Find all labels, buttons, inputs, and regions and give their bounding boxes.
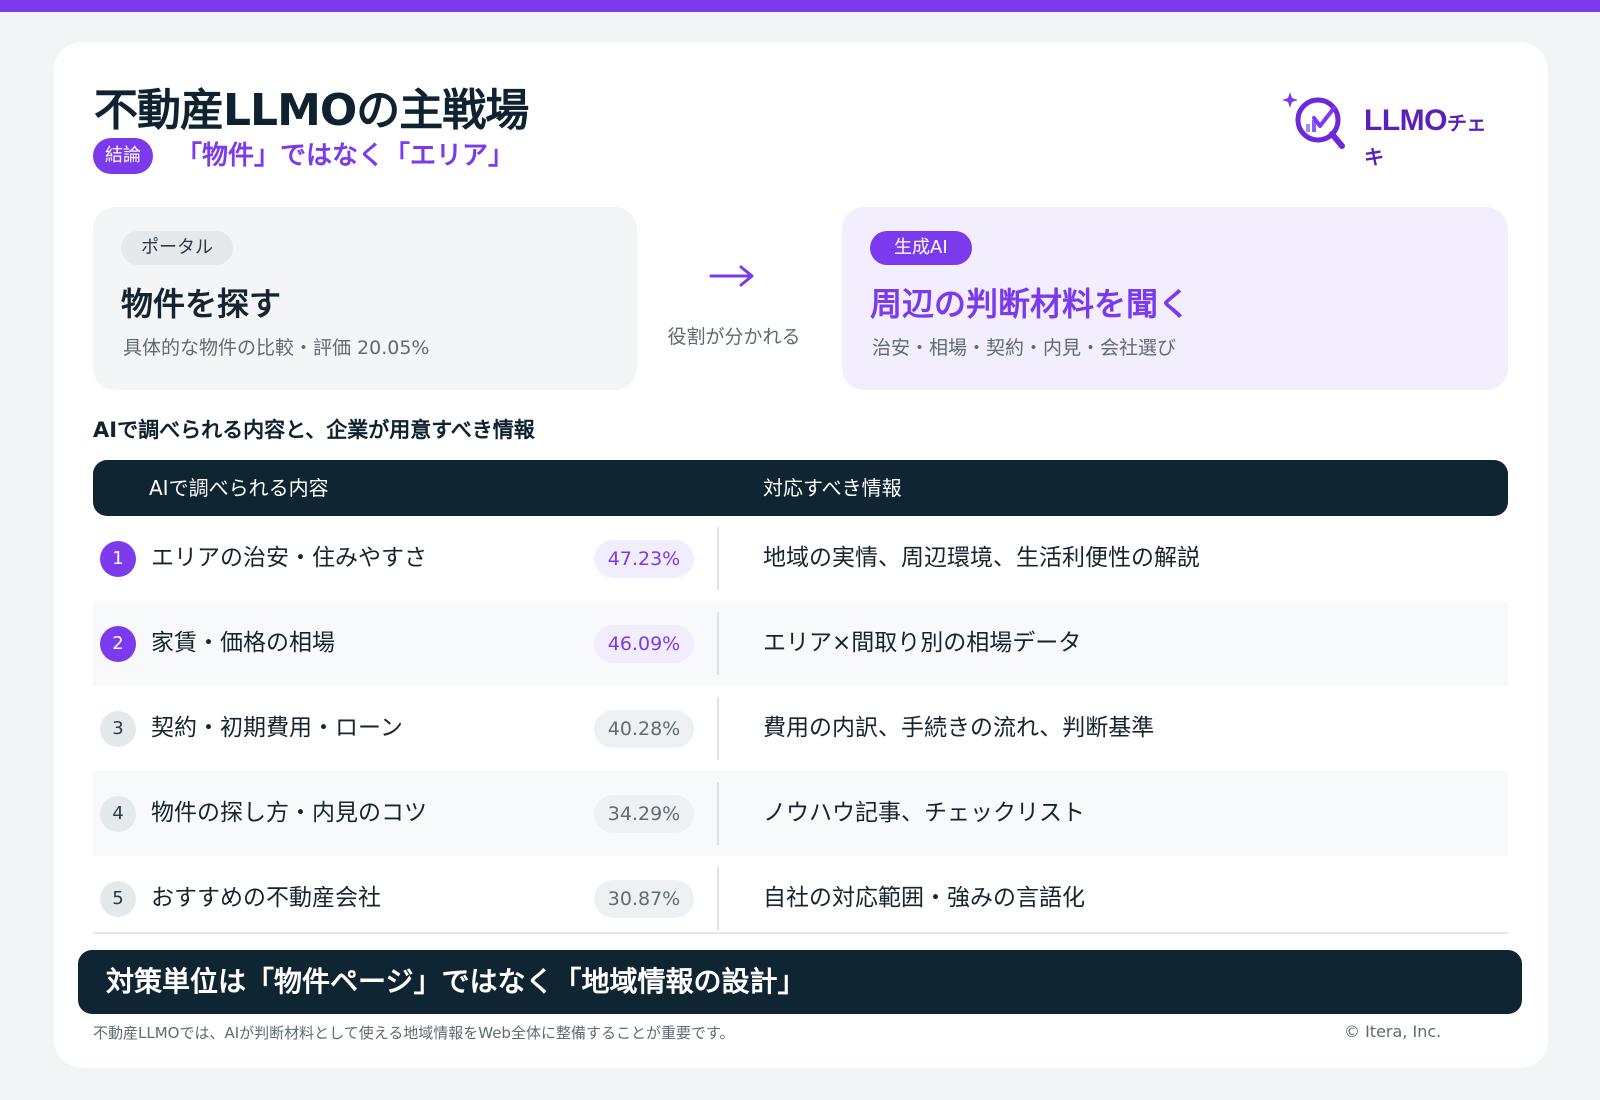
- key-message-text: 対策単位は「物件ページ」ではなく「地域情報の設計」: [106, 965, 806, 998]
- rank-badge: 3: [100, 711, 136, 747]
- column-divider: [717, 612, 719, 675]
- topic-cell: 物件の探し方・内見のコツ: [151, 800, 427, 826]
- generative-ai-heading: 周辺の判断材料を聞く: [870, 285, 1191, 323]
- answer-cell: エリア×間取り別の相場データ: [763, 630, 1082, 656]
- topic-cell: エリアの治安・住みやすさ: [151, 545, 427, 571]
- topic-cell: おすすめの不動産会社: [151, 885, 381, 911]
- percentage-pill: 34.29%: [594, 795, 694, 833]
- logo-brand: LLMO: [1364, 104, 1447, 137]
- footnote: 不動産LLMOでは、AIが判断材料として使える地域情報をWeb全体に整備すること…: [93, 1024, 735, 1042]
- table-row: 5 おすすめの不動産会社 30.87% 自社の対応範囲・強みの言語化: [93, 856, 1508, 941]
- table-row: 1 エリアの治安・住みやすさ 47.23% 地域の実情、周辺環境、生活利便性の解…: [93, 516, 1508, 601]
- section-title: AIで調べられる内容と、企業が用意すべき情報: [93, 418, 535, 442]
- generative-ai-box: 生成AI 周辺の判断材料を聞く 治安・相場・契約・内見・会社選び: [842, 207, 1508, 390]
- portal-box: ポータル 物件を探す 具体的な物件の比較・評価 20.05%: [93, 207, 637, 390]
- percentage-pill: 46.09%: [594, 625, 694, 663]
- table-bottom-rule: [93, 932, 1508, 934]
- magnifier-chart-icon: [1282, 92, 1345, 149]
- percentage-pill: 47.23%: [594, 540, 694, 578]
- top-accent-bar: [0, 0, 1600, 12]
- table-row: 2 家賃・価格の相場 46.09% エリア×間取り別の相場データ: [93, 601, 1508, 686]
- portal-subtext: 具体的な物件の比較・評価 20.05%: [123, 337, 430, 359]
- copyright: © Itera, Inc.: [1344, 1022, 1442, 1041]
- answer-cell: 地域の実情、周辺環境、生活利便性の解説: [763, 545, 1200, 571]
- column-header-info: 対応すべき情報: [763, 476, 902, 500]
- table-row: 3 契約・初期費用・ローン 40.28% 費用の内訳、手続きの流れ、判断基準: [93, 686, 1508, 771]
- portal-tag: ポータル: [121, 231, 233, 265]
- topic-cell: 家賃・価格の相場: [151, 630, 335, 656]
- key-message-banner: 対策単位は「物件ページ」ではなく「地域情報の設計」: [78, 950, 1522, 1014]
- rank-badge: 2: [100, 626, 136, 662]
- column-header-topic: AIで調べられる内容: [149, 476, 329, 500]
- conclusion-text: 「物件」ではなく「エリア」: [176, 141, 515, 171]
- answer-cell: ノウハウ記事、チェックリスト: [763, 800, 1085, 826]
- llmo-checki-logo: LLMOチェキ: [1280, 90, 1490, 169]
- answer-cell: 費用の内訳、手続きの流れ、判断基準: [763, 715, 1155, 741]
- rank-badge: 1: [100, 541, 136, 577]
- answer-cell: 自社の対応範囲・強みの言語化: [763, 885, 1085, 911]
- topic-cell: 契約・初期費用・ローン: [151, 715, 403, 741]
- table-header: AIで調べられる内容 対応すべき情報: [93, 460, 1508, 516]
- slide-card: 不動産LLMOの主戦場 結論 「物件」ではなく「エリア」 LLMOチェキ ポータ…: [54, 42, 1548, 1068]
- arrow-caption: 役割が分かれる: [667, 326, 801, 348]
- rank-badge: 5: [100, 881, 136, 917]
- column-divider: [717, 867, 719, 930]
- column-divider: [717, 527, 719, 590]
- percentage-pill: 40.28%: [594, 710, 694, 748]
- generative-ai-subtext: 治安・相場・契約・内見・会社選び: [872, 337, 1177, 359]
- table-body: 1 エリアの治安・住みやすさ 47.23% 地域の実情、周辺環境、生活利便性の解…: [93, 516, 1508, 941]
- table-row: 4 物件の探し方・内見のコツ 34.29% ノウハウ記事、チェックリスト: [93, 771, 1508, 856]
- column-divider: [717, 697, 719, 760]
- column-divider: [717, 782, 719, 845]
- conclusion-badge: 結論: [93, 138, 153, 174]
- page-title: 不動産LLMOの主戦場: [94, 85, 529, 136]
- rank-badge: 4: [100, 796, 136, 832]
- logo-wordmark: LLMOチェキ: [1364, 104, 1490, 172]
- generative-ai-tag: 生成AI: [870, 231, 972, 265]
- right-arrow-icon: [709, 265, 754, 287]
- portal-heading: 物件を探す: [121, 285, 282, 323]
- percentage-pill: 30.87%: [594, 880, 694, 918]
